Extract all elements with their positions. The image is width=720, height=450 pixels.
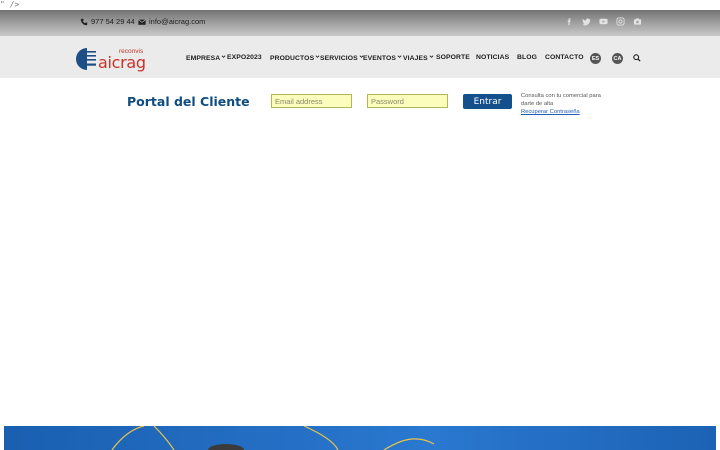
nav-item-noticias[interactable]: NOTICIAS bbox=[476, 54, 509, 61]
nav-item-blog[interactable]: BLOG bbox=[517, 54, 537, 61]
phone-contact[interactable]: 977 54 29 44 bbox=[80, 17, 135, 26]
nav-item-label: VIAJES bbox=[403, 55, 428, 62]
youtube-icon[interactable] bbox=[599, 17, 608, 26]
login-button[interactable]: Entrar bbox=[463, 94, 512, 109]
nav-item-label: PRODUCTOS bbox=[270, 55, 315, 62]
portal-title: Portal del Cliente bbox=[127, 94, 250, 109]
nav-item-label: EMPRESA bbox=[186, 55, 221, 62]
recover-password-link[interactable]: Recuperar Contraseña bbox=[521, 109, 580, 115]
stray-markup-text: " /> bbox=[0, 0, 20, 9]
banner-decoration bbox=[111, 426, 435, 450]
language-ca-button[interactable]: CA bbox=[612, 53, 623, 64]
language-es-label: ES bbox=[591, 55, 600, 62]
instagram-icon[interactable] bbox=[616, 17, 625, 26]
nav-item-label: EXPO2023 bbox=[227, 54, 262, 61]
email-field[interactable] bbox=[271, 94, 352, 108]
hero-banner bbox=[4, 426, 716, 450]
envelope-icon bbox=[138, 18, 146, 25]
facebook-icon[interactable] bbox=[565, 17, 574, 26]
phone-icon bbox=[80, 18, 88, 25]
language-ca-label: CA bbox=[613, 55, 622, 62]
search-icon[interactable] bbox=[633, 54, 641, 62]
email-contact[interactable]: info@aicrag.com bbox=[138, 17, 205, 26]
nav-item-empresa[interactable]: EMPRESA bbox=[186, 54, 226, 62]
top-contact-bar: 977 54 29 44 info@aicrag.com bbox=[0, 10, 720, 36]
nav-item-productos[interactable]: PRODUCTOS bbox=[270, 54, 320, 62]
language-es-button[interactable]: ES bbox=[590, 53, 601, 64]
email-address: info@aicrag.com bbox=[149, 17, 206, 26]
twitter-icon[interactable] bbox=[582, 17, 591, 26]
camera-icon[interactable] bbox=[633, 17, 642, 26]
nav-item-label: NOTICIAS bbox=[476, 54, 510, 61]
main-navbar: reconvis aicrag EMPRESA EXPO2023 PRODUCTOS… bbox=[0, 36, 720, 78]
nav-item-label: CONTACTO bbox=[545, 54, 584, 61]
chevron-down-icon bbox=[397, 55, 402, 58]
nav-item-label: BLOG bbox=[517, 54, 538, 61]
nav-item-expo2023[interactable]: EXPO2023 bbox=[227, 54, 262, 61]
chevron-down-icon bbox=[429, 55, 434, 58]
nav-item-label: SOPORTE bbox=[436, 54, 470, 61]
nav-item-servicios[interactable]: SERVICIOS bbox=[320, 54, 364, 62]
chevron-down-icon bbox=[221, 55, 226, 58]
nav-item-soporte[interactable]: SOPORTE bbox=[436, 54, 470, 61]
logo-wordmark[interactable]: aicrag bbox=[98, 53, 146, 72]
nav-item-contacto[interactable]: CONTACTO bbox=[545, 54, 584, 61]
password-field[interactable] bbox=[367, 94, 448, 108]
phone-number: 977 54 29 44 bbox=[91, 17, 135, 26]
nav-item-label: EVENTOS bbox=[363, 55, 397, 62]
social-links bbox=[565, 17, 642, 26]
signup-note: Consulta con tu comercial para darte de … bbox=[521, 93, 601, 107]
nav-item-label: SERVICIOS bbox=[320, 55, 358, 62]
nav-item-eventos[interactable]: EVENTOS bbox=[363, 54, 402, 62]
nav-item-viajes[interactable]: VIAJES bbox=[403, 54, 434, 62]
